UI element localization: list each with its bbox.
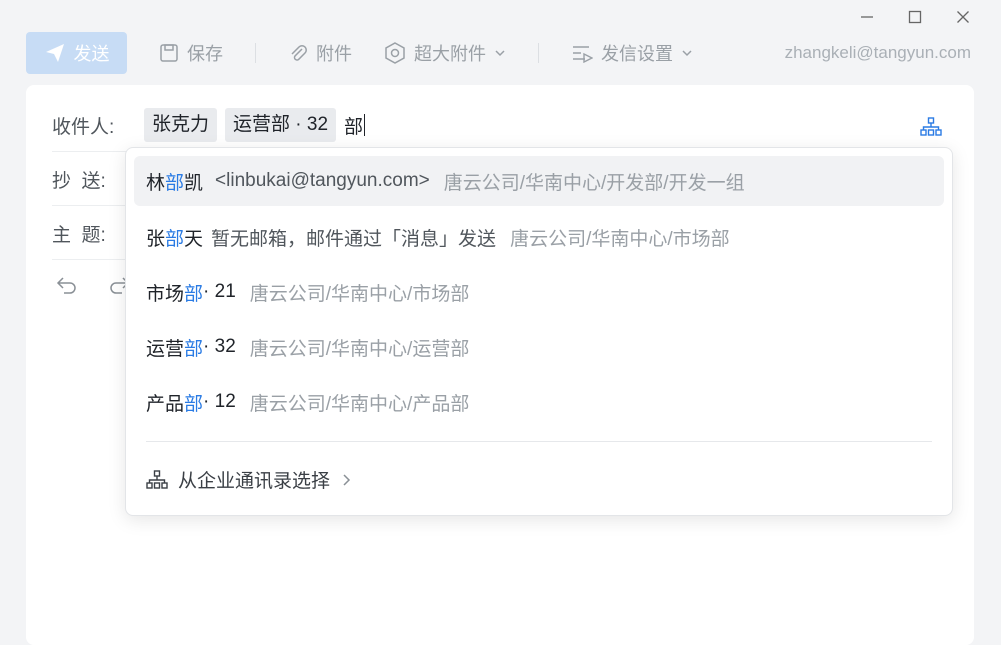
suggestion-match: 部 bbox=[165, 172, 185, 194]
suggestion-count: · 12 bbox=[203, 391, 236, 412]
suggestion-item[interactable]: 市场部 · 21 唐云公司/华南中心/市场部 bbox=[134, 267, 944, 317]
suggestion-count: · 32 bbox=[203, 336, 236, 357]
big-attach-label: 超大附件 bbox=[414, 44, 486, 64]
send-icon bbox=[45, 44, 64, 62]
to-row: 收件人: 张克力 运营部 · 32 部 bbox=[52, 107, 948, 143]
send-settings-button[interactable]: 发信设置 bbox=[571, 40, 693, 66]
suggestion-match: 部 bbox=[184, 283, 204, 305]
suggestion-match: 部 bbox=[184, 393, 204, 415]
suggestion-name-prefix: 市场 bbox=[146, 283, 185, 305]
save-label: 保存 bbox=[187, 44, 223, 64]
suggestion-path: 唐云公司/华南中心/市场部 bbox=[510, 228, 730, 250]
toolbar-divider bbox=[255, 43, 256, 63]
suggestion-name-suffix: 天 bbox=[184, 228, 204, 250]
send-button[interactable]: 发送 bbox=[26, 32, 127, 74]
choose-from-directory-button[interactable]: 从企业通讯录选择 bbox=[146, 466, 352, 493]
dropdown-divider bbox=[146, 441, 932, 442]
to-label: 收件人: bbox=[52, 116, 115, 138]
big-attach-button[interactable]: 超大附件 bbox=[384, 40, 506, 66]
suggestion-name-suffix: 凯 bbox=[184, 172, 204, 194]
suggestion-name-prefix: 产品 bbox=[146, 393, 185, 415]
suggestion-note: 暂无邮箱，邮件通过「消息」发送 bbox=[211, 228, 497, 250]
org-chart-icon bbox=[146, 469, 168, 489]
suggestion-name-prefix: 张 bbox=[146, 228, 166, 250]
text-caret bbox=[364, 114, 366, 136]
suggestion-count: · 21 bbox=[203, 281, 236, 302]
close-button[interactable] bbox=[939, 6, 987, 28]
address-book-button[interactable] bbox=[920, 117, 942, 142]
undo-icon[interactable] bbox=[56, 275, 78, 295]
sender-account[interactable]: zhangkeli@tangyun.com bbox=[785, 43, 971, 63]
suggestion-item[interactable]: 运营部 · 32 唐云公司/华南中心/运营部 bbox=[134, 322, 944, 372]
recipient-suggestions: 林部凯 <linbukai@tangyun.com> 唐云公司/华南中心/开发部… bbox=[125, 147, 953, 516]
choose-from-directory-label: 从企业通讯录选择 bbox=[178, 471, 331, 492]
maximize-button[interactable] bbox=[891, 6, 939, 28]
suggestion-name-prefix: 林 bbox=[146, 172, 166, 194]
window-controls bbox=[843, 6, 987, 28]
recipient-chip[interactable]: 运营部 · 32 bbox=[225, 108, 337, 142]
chevron-down-icon bbox=[495, 50, 505, 57]
to-input-text: 部 bbox=[344, 116, 364, 138]
attach-label: 附件 bbox=[316, 44, 352, 64]
suggestion-path: 唐云公司/华南中心/开发部/开发一组 bbox=[443, 172, 745, 194]
suggestion-name-prefix: 运营 bbox=[146, 338, 185, 360]
suggestion-match: 部 bbox=[184, 338, 204, 360]
compose-toolbar: 发送 保存 附件 超大附件 发信设置 zhangkeli@tangyun.com bbox=[26, 32, 971, 74]
chevron-right-icon bbox=[343, 473, 351, 486]
minimize-icon bbox=[861, 16, 873, 18]
suggestion-path: 唐云公司/华南中心/市场部 bbox=[249, 283, 470, 305]
send-settings-label: 发信设置 bbox=[601, 44, 673, 64]
big-attachment-icon bbox=[385, 42, 405, 64]
suggestion-path: 唐云公司/华南中心/运营部 bbox=[249, 338, 470, 360]
chevron-down-icon bbox=[682, 50, 692, 57]
close-icon bbox=[957, 11, 969, 23]
org-chart-icon bbox=[920, 117, 942, 136]
suggestion-path: 唐云公司/华南中心/产品部 bbox=[249, 393, 470, 415]
suggestion-item[interactable]: 林部凯 <linbukai@tangyun.com> 唐云公司/华南中心/开发部… bbox=[134, 156, 944, 206]
suggestion-email: <linbukai@tangyun.com> bbox=[215, 170, 430, 191]
send-label: 发送 bbox=[73, 44, 110, 64]
recipient-chip[interactable]: 张克力 bbox=[144, 108, 218, 142]
minimize-button[interactable] bbox=[843, 6, 891, 28]
attach-button[interactable]: 附件 bbox=[288, 40, 352, 66]
to-input[interactable]: 部 bbox=[344, 112, 366, 139]
save-button[interactable]: 保存 bbox=[159, 40, 223, 66]
send-settings-icon bbox=[573, 46, 593, 63]
save-icon bbox=[160, 44, 178, 62]
maximize-icon bbox=[908, 10, 922, 24]
suggestion-match: 部 bbox=[165, 228, 185, 250]
suggestion-item[interactable]: 张部天 暂无邮箱，邮件通过「消息」发送 唐云公司/华南中心/市场部 bbox=[134, 212, 944, 262]
editor-toolbar bbox=[56, 275, 130, 295]
toolbar-divider bbox=[538, 43, 539, 63]
paperclip-icon bbox=[291, 45, 307, 61]
suggestion-item[interactable]: 产品部 · 12 唐云公司/华南中心/产品部 bbox=[134, 377, 944, 427]
